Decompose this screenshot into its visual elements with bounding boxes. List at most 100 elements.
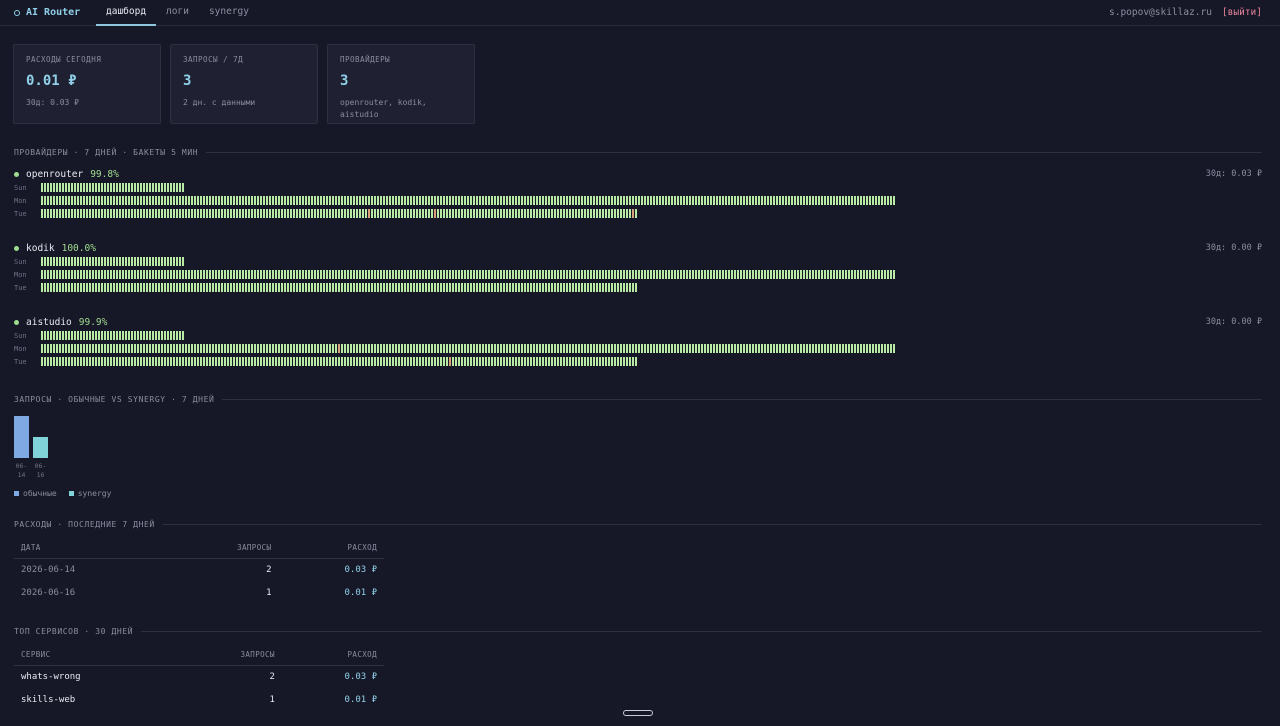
uptime-bucket[interactable] (278, 344, 280, 353)
uptime-bucket[interactable] (191, 196, 193, 205)
uptime-bucket[interactable] (785, 270, 787, 279)
uptime-bucket[interactable] (575, 357, 577, 366)
uptime-bucket[interactable] (404, 283, 406, 292)
uptime-bucket[interactable] (158, 196, 160, 205)
uptime-bucket[interactable] (749, 344, 751, 353)
uptime-bucket[interactable] (269, 357, 271, 366)
uptime-bucket[interactable] (299, 344, 301, 353)
column-header-cost[interactable]: РАСХОД (278, 538, 384, 559)
uptime-bucket[interactable] (860, 196, 862, 205)
uptime-bucket[interactable] (506, 357, 508, 366)
uptime-bucket[interactable] (62, 344, 64, 353)
uptime-bucket[interactable] (791, 196, 793, 205)
uptime-bucket[interactable] (272, 196, 274, 205)
uptime-bucket[interactable] (338, 344, 340, 353)
uptime-bucket[interactable] (707, 270, 709, 279)
uptime-bucket[interactable] (62, 331, 64, 340)
uptime-bucket[interactable] (311, 196, 313, 205)
uptime-bucket[interactable] (113, 331, 115, 340)
uptime-bucket[interactable] (770, 270, 772, 279)
uptime-bucket[interactable] (257, 357, 259, 366)
uptime-bucket[interactable] (200, 283, 202, 292)
uptime-bucket[interactable] (863, 270, 865, 279)
uptime-bucket[interactable] (797, 196, 799, 205)
uptime-bucket[interactable] (350, 283, 352, 292)
uptime-bucket[interactable] (200, 357, 202, 366)
uptime-bucket[interactable] (233, 270, 235, 279)
uptime-bucket[interactable] (374, 209, 376, 218)
uptime-bucket[interactable] (497, 209, 499, 218)
uptime-bucket[interactable] (803, 196, 805, 205)
uptime-bucket[interactable] (788, 270, 790, 279)
uptime-bucket[interactable] (767, 344, 769, 353)
uptime-bucket[interactable] (209, 270, 211, 279)
uptime-bucket[interactable] (92, 183, 94, 192)
uptime-bucket[interactable] (98, 209, 100, 218)
uptime-bucket[interactable] (560, 344, 562, 353)
uptime-bucket[interactable] (485, 270, 487, 279)
uptime-bucket[interactable] (719, 344, 721, 353)
uptime-bucket[interactable] (395, 283, 397, 292)
uptime-bucket[interactable] (215, 196, 217, 205)
uptime-bucket[interactable] (461, 270, 463, 279)
uptime-bucket[interactable] (773, 344, 775, 353)
uptime-bucket[interactable] (521, 283, 523, 292)
uptime-bucket[interactable] (698, 270, 700, 279)
uptime-bucket[interactable] (365, 270, 367, 279)
uptime-bucket[interactable] (131, 270, 133, 279)
uptime-bucket[interactable] (635, 344, 637, 353)
uptime-bucket[interactable] (815, 196, 817, 205)
uptime-bucket[interactable] (704, 344, 706, 353)
uptime-bucket[interactable] (65, 331, 67, 340)
uptime-bucket[interactable] (260, 196, 262, 205)
uptime-bucket[interactable] (446, 209, 448, 218)
uptime-bucket[interactable] (362, 357, 364, 366)
uptime-bucket[interactable] (668, 270, 670, 279)
uptime-bucket[interactable] (371, 270, 373, 279)
uptime-bucket[interactable] (449, 283, 451, 292)
uptime-bucket[interactable] (479, 209, 481, 218)
uptime-bucket[interactable] (458, 196, 460, 205)
uptime-bucket[interactable] (521, 357, 523, 366)
uptime-bucket[interactable] (392, 357, 394, 366)
uptime-bucket[interactable] (779, 196, 781, 205)
uptime-bucket[interactable] (242, 209, 244, 218)
uptime-bucket[interactable] (62, 209, 64, 218)
uptime-bucket[interactable] (101, 196, 103, 205)
uptime-bucket[interactable] (434, 196, 436, 205)
uptime-bucket[interactable] (68, 183, 70, 192)
uptime-bucket[interactable] (560, 357, 562, 366)
uptime-bucket[interactable] (380, 283, 382, 292)
uptime-bucket[interactable] (527, 283, 529, 292)
uptime-bucket[interactable] (653, 196, 655, 205)
uptime-bucket[interactable] (476, 344, 478, 353)
uptime-bucket[interactable] (338, 357, 340, 366)
uptime-bucket[interactable] (191, 209, 193, 218)
uptime-bucket[interactable] (293, 270, 295, 279)
uptime-bucket[interactable] (524, 270, 526, 279)
uptime-bucket[interactable] (83, 344, 85, 353)
uptime-bucket[interactable] (119, 257, 121, 266)
uptime-bucket[interactable] (74, 331, 76, 340)
uptime-bucket[interactable] (65, 283, 67, 292)
uptime-bucket[interactable] (44, 344, 46, 353)
uptime-bucket[interactable] (179, 283, 181, 292)
uptime-bucket[interactable] (749, 270, 751, 279)
uptime-bucket[interactable] (149, 357, 151, 366)
uptime-bucket[interactable] (104, 357, 106, 366)
column-header-requests[interactable]: ЗАПРОСЫ (168, 538, 279, 559)
uptime-bucket[interactable] (875, 270, 877, 279)
uptime-bucket[interactable] (704, 270, 706, 279)
uptime-bucket[interactable] (437, 270, 439, 279)
uptime-bucket[interactable] (827, 270, 829, 279)
uptime-bucket[interactable] (593, 209, 595, 218)
uptime-bucket[interactable] (134, 196, 136, 205)
uptime-bucket[interactable] (230, 270, 232, 279)
uptime-bucket[interactable] (77, 270, 79, 279)
uptime-bucket[interactable] (599, 270, 601, 279)
uptime-bucket[interactable] (230, 283, 232, 292)
uptime-bucket[interactable] (596, 270, 598, 279)
uptime-bucket[interactable] (152, 183, 154, 192)
uptime-bucket[interactable] (503, 344, 505, 353)
uptime-bucket[interactable] (167, 331, 169, 340)
